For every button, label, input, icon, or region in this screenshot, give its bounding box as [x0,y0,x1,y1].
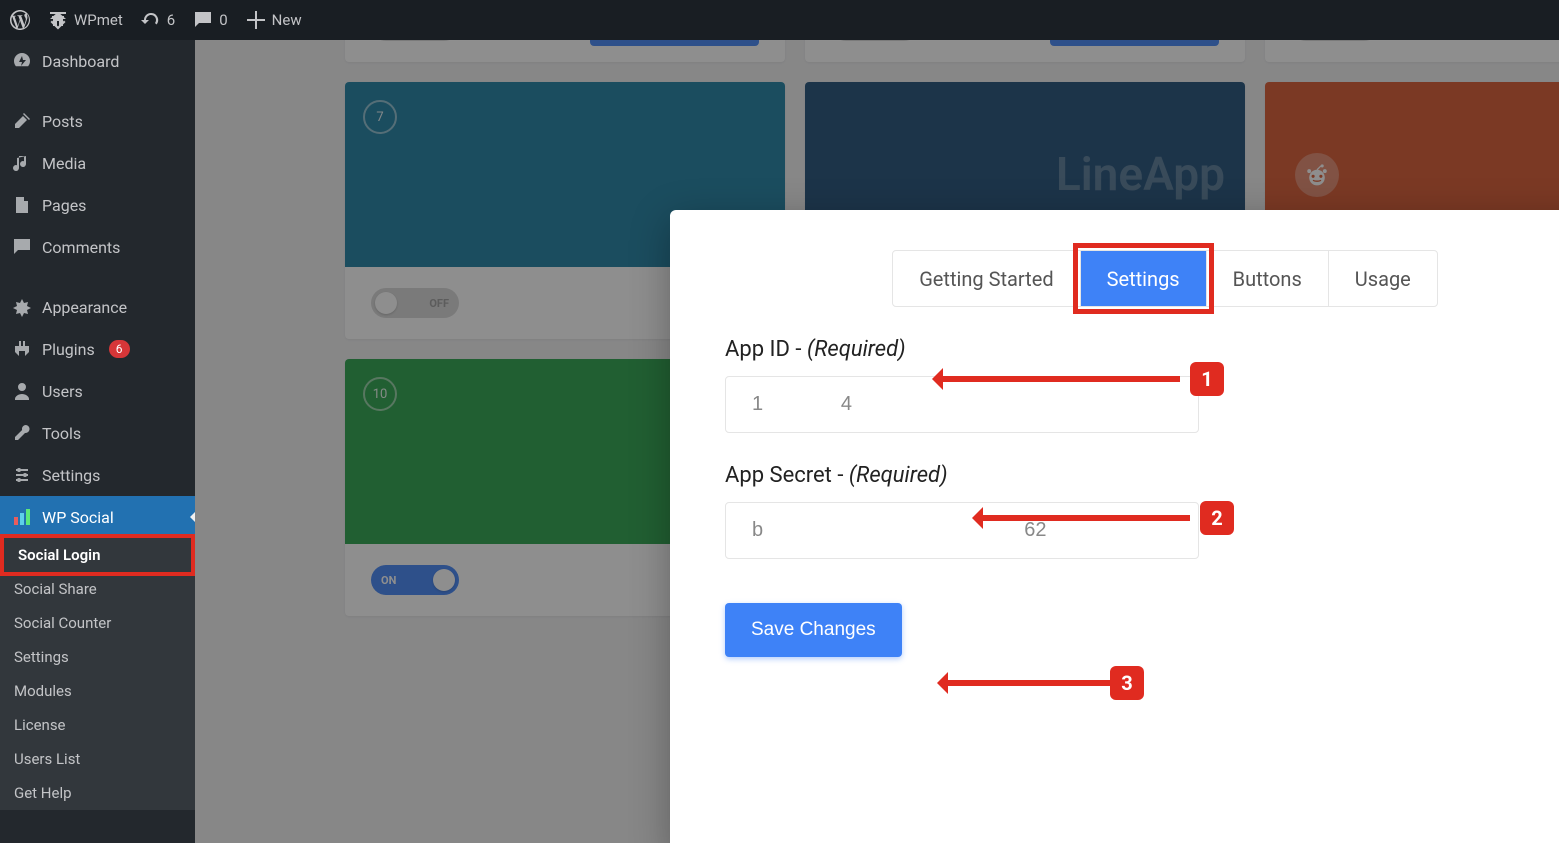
wp-social-submenu: Social Login Social Share Social Counter… [0,534,195,810]
menu-plugins[interactable]: Plugins 6 [0,328,195,370]
tab-getting-started[interactable]: Getting Started [893,251,1080,306]
submenu-social-share[interactable]: Social Share [0,572,195,606]
comments-link[interactable]: 0 [193,10,227,30]
marker-3: 3 [1110,666,1144,700]
app-secret-label-text: App Secret - [725,463,849,488]
site-name-text: WPmet [74,11,123,29]
submenu-social-login[interactable]: Social Login [0,534,195,576]
arrow-1 [935,376,1180,382]
submenu-settings[interactable]: Settings [0,640,195,674]
menu-settings[interactable]: Settings [0,454,195,496]
arrow-3 [940,680,1110,686]
arrow-2 [975,515,1190,521]
menu-label: Dashboard [42,52,119,71]
menu-label: Pages [42,196,86,215]
submenu-modules[interactable]: Modules [0,674,195,708]
submenu-license[interactable]: License [0,708,195,742]
submenu-social-counter[interactable]: Social Counter [0,606,195,640]
new-text: New [272,11,302,29]
app-secret-required: (Required) [849,463,948,488]
menu-label: Appearance [42,298,127,317]
menu-posts[interactable]: Posts [0,100,195,142]
wp-logo[interactable] [10,10,30,30]
app-secret-label: App Secret - (Required) [725,463,1559,488]
menu-label: Posts [42,112,83,131]
menu-dashboard[interactable]: Dashboard [0,40,195,82]
menu-media[interactable]: Media [0,142,195,184]
modal-tabs: Getting Started Settings Buttons Usage [892,250,1438,307]
menu-label: Settings [42,466,100,485]
menu-label: Plugins [42,340,95,359]
site-name[interactable]: WPmet [48,10,123,30]
content-area: OFF GETTING STARTED OFF GETTING STARTED … [195,40,1559,843]
menu-users[interactable]: Users [0,370,195,412]
submenu-get-help[interactable]: Get Help [0,776,195,810]
new-link[interactable]: New [246,10,302,30]
save-changes-button[interactable]: Save Changes [725,603,902,657]
submenu-users-list[interactable]: Users List [0,742,195,776]
menu-appearance[interactable]: Appearance [0,286,195,328]
settings-modal: ✕ Getting Started Settings Buttons Usage… [670,210,1559,843]
menu-label: WP Social [42,508,114,527]
menu-tools[interactable]: Tools [0,412,195,454]
marker-2: 2 [1200,501,1234,535]
tab-buttons[interactable]: Buttons [1207,251,1329,306]
admin-sidebar: Dashboard Posts Media Pages Comments App… [0,40,195,843]
comments-count: 0 [219,11,227,29]
menu-label: Comments [42,238,120,257]
app-id-required: (Required) [807,337,906,362]
menu-pages[interactable]: Pages [0,184,195,226]
tab-usage[interactable]: Usage [1329,251,1437,306]
menu-label: Users [42,382,83,401]
menu-comments[interactable]: Comments [0,226,195,268]
admin-bar: WPmet 6 0 New [0,0,1559,40]
app-id-input[interactable] [725,376,1199,433]
menu-label: Tools [42,424,81,443]
updates[interactable]: 6 [141,10,175,30]
plugins-badge: 6 [109,340,130,358]
menu-wp-social[interactable]: WP Social [0,496,195,538]
marker-1: 1 [1190,362,1224,396]
app-id-label: App ID - (Required) [725,337,1559,362]
updates-count: 6 [167,11,175,29]
tab-settings[interactable]: Settings [1081,251,1207,306]
app-id-label-text: App ID - [725,337,807,362]
menu-label: Media [42,154,86,173]
